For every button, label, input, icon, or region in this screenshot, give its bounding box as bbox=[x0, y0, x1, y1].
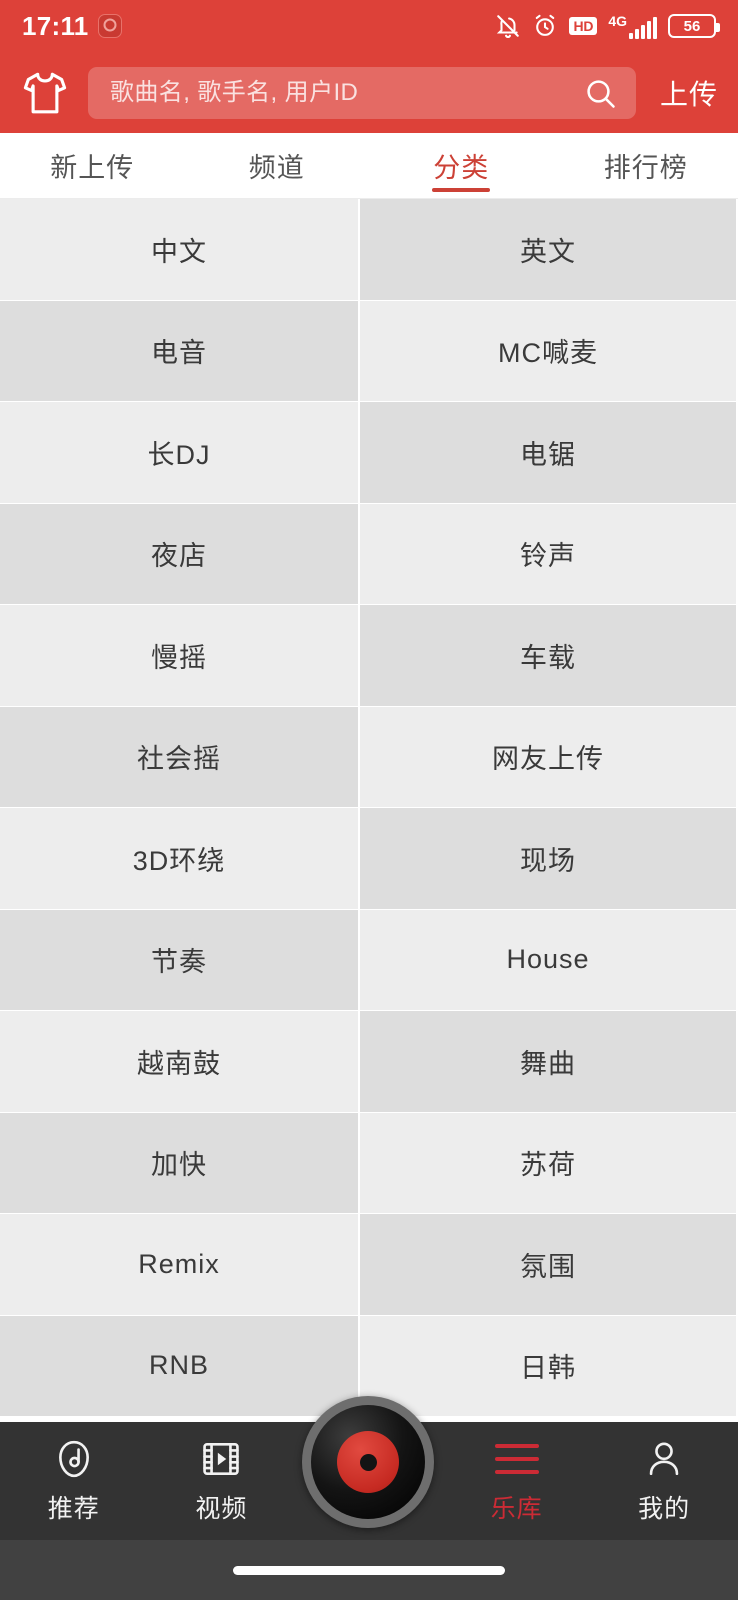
category-label: 加快 bbox=[151, 1150, 207, 1181]
nav-item-library[interactable]: 乐库 bbox=[443, 1422, 591, 1540]
category-cell[interactable]: 氛围 bbox=[360, 1214, 738, 1316]
category-label: 铃声 bbox=[520, 541, 576, 572]
app-header: 上传 bbox=[0, 52, 738, 133]
category-cell[interactable]: 日韩 bbox=[360, 1315, 738, 1417]
nav-item-video[interactable]: 视频 bbox=[148, 1422, 296, 1540]
status-bar-left: 17:11 bbox=[22, 13, 122, 39]
app-badge-icon bbox=[97, 14, 122, 38]
battery-level-label: 56 bbox=[683, 17, 701, 35]
category-label: 苏荷 bbox=[520, 1150, 576, 1181]
category-label: 现场 bbox=[520, 845, 576, 876]
category-label: RNB bbox=[148, 1350, 209, 1381]
nav-label: 我的 bbox=[638, 1495, 691, 1523]
category-cell[interactable]: 夜店 bbox=[0, 503, 360, 605]
vinyl-hole bbox=[359, 1453, 377, 1471]
tab-label: 分类 bbox=[433, 153, 490, 183]
search-input[interactable] bbox=[110, 78, 582, 107]
nav-item-recommend[interactable]: 推荐 bbox=[0, 1422, 148, 1540]
category-cell[interactable]: 长DJ bbox=[0, 402, 360, 504]
tab-label: 排行榜 bbox=[603, 153, 688, 183]
vinyl-record-icon[interactable] bbox=[302, 1396, 434, 1528]
category-cell[interactable]: 英文 bbox=[360, 199, 738, 301]
category-cell[interactable]: 苏荷 bbox=[360, 1112, 738, 1214]
category-label: 越南鼓 bbox=[137, 1048, 221, 1079]
signal-4g-icon: 4G bbox=[608, 14, 657, 39]
category-label: 日韩 bbox=[520, 1353, 576, 1384]
category-cell[interactable]: 现场 bbox=[360, 808, 738, 910]
category-cell[interactable]: 电锯 bbox=[360, 402, 738, 504]
category-cell[interactable]: 舞曲 bbox=[360, 1011, 738, 1113]
category-cell[interactable]: 3D环绕 bbox=[0, 808, 360, 910]
category-cell[interactable]: 网友上传 bbox=[360, 706, 738, 808]
category-label: Remix bbox=[138, 1248, 220, 1279]
status-bar-right: HD 4G 56 bbox=[495, 13, 720, 39]
phone-screen: 17:11 HD 4G 56 歌曲名, 歌手名, 用户ID 上传 新上传 频道 … bbox=[0, 0, 738, 1600]
tab-categories[interactable]: 分类 bbox=[369, 133, 554, 198]
search-bar[interactable] bbox=[88, 66, 636, 119]
category-label: 3D环绕 bbox=[132, 845, 226, 876]
network-type-label: 4G bbox=[608, 12, 627, 29]
category-label: 车载 bbox=[520, 642, 576, 673]
category-label: 英文 bbox=[520, 236, 576, 267]
category-label: 氛围 bbox=[520, 1251, 576, 1282]
category-cell[interactable]: RNB bbox=[0, 1315, 360, 1417]
upload-button[interactable]: 上传 bbox=[648, 73, 724, 113]
category-label: 社会摇 bbox=[137, 744, 221, 775]
category-label: MC喊麦 bbox=[498, 338, 598, 369]
category-cell[interactable]: MC喊麦 bbox=[360, 300, 738, 402]
search-icon[interactable] bbox=[582, 75, 618, 111]
category-label: 长DJ bbox=[147, 439, 211, 470]
tab-channels[interactable]: 频道 bbox=[185, 133, 370, 198]
vinyl-label bbox=[337, 1431, 399, 1493]
tab-new-uploads[interactable]: 新上传 bbox=[0, 133, 185, 198]
home-indicator-bar bbox=[0, 1540, 738, 1600]
category-cell[interactable]: 电音 bbox=[0, 300, 360, 402]
hd-icon: HD bbox=[569, 16, 598, 36]
category-label: 电音 bbox=[151, 338, 207, 369]
tab-label: 新上传 bbox=[50, 153, 135, 183]
tab-label: 频道 bbox=[248, 153, 305, 183]
music-note-icon bbox=[53, 1437, 95, 1481]
alarm-clock-icon bbox=[532, 13, 558, 39]
bell-muted-icon bbox=[495, 13, 521, 39]
category-label: 网友上传 bbox=[492, 744, 604, 775]
status-bar: 17:11 HD 4G 56 bbox=[0, 0, 738, 52]
category-grid: 中文 英文 电音 MC喊麦 长DJ 电锯 夜店 铃声 慢摇 车载 社会摇 网友上… bbox=[0, 199, 738, 1442]
category-cell[interactable]: 铃声 bbox=[360, 503, 738, 605]
nav-label: 乐库 bbox=[490, 1495, 543, 1523]
category-cell[interactable]: House bbox=[360, 909, 738, 1011]
category-cell[interactable]: Remix bbox=[0, 1214, 360, 1316]
nav-label: 视频 bbox=[195, 1495, 248, 1523]
nav-item-profile[interactable]: 我的 bbox=[590, 1422, 738, 1540]
category-label: 舞曲 bbox=[520, 1048, 576, 1079]
category-cell[interactable]: 车载 bbox=[360, 605, 738, 707]
category-cell[interactable]: 节奏 bbox=[0, 909, 360, 1011]
video-film-icon bbox=[200, 1437, 242, 1481]
category-cell[interactable]: 加快 bbox=[0, 1112, 360, 1214]
home-indicator[interactable] bbox=[233, 1565, 505, 1575]
category-label: 节奏 bbox=[151, 947, 207, 978]
category-label: 慢摇 bbox=[151, 642, 207, 673]
category-cell[interactable]: 慢摇 bbox=[0, 605, 360, 707]
category-label: 夜店 bbox=[151, 541, 207, 572]
nav-label: 推荐 bbox=[47, 1495, 100, 1523]
status-bar-clock: 17:11 bbox=[22, 11, 89, 41]
tshirt-logo-icon[interactable] bbox=[14, 66, 76, 120]
vinyl-disc bbox=[311, 1405, 425, 1519]
category-tab-bar: 新上传 频道 分类 排行榜 bbox=[0, 133, 738, 199]
category-cell[interactable]: 中文 bbox=[0, 199, 360, 301]
category-cell[interactable]: 越南鼓 bbox=[0, 1011, 360, 1113]
category-label: 中文 bbox=[151, 236, 207, 267]
library-lines-icon bbox=[494, 1437, 539, 1481]
tab-ranking[interactable]: 排行榜 bbox=[554, 133, 738, 198]
category-label: 电锯 bbox=[520, 439, 576, 470]
person-icon bbox=[643, 1437, 685, 1481]
signal-bars-icon bbox=[629, 16, 657, 39]
category-label: House bbox=[506, 944, 590, 975]
battery-icon: 56 bbox=[668, 14, 720, 38]
category-cell[interactable]: 社会摇 bbox=[0, 706, 360, 808]
